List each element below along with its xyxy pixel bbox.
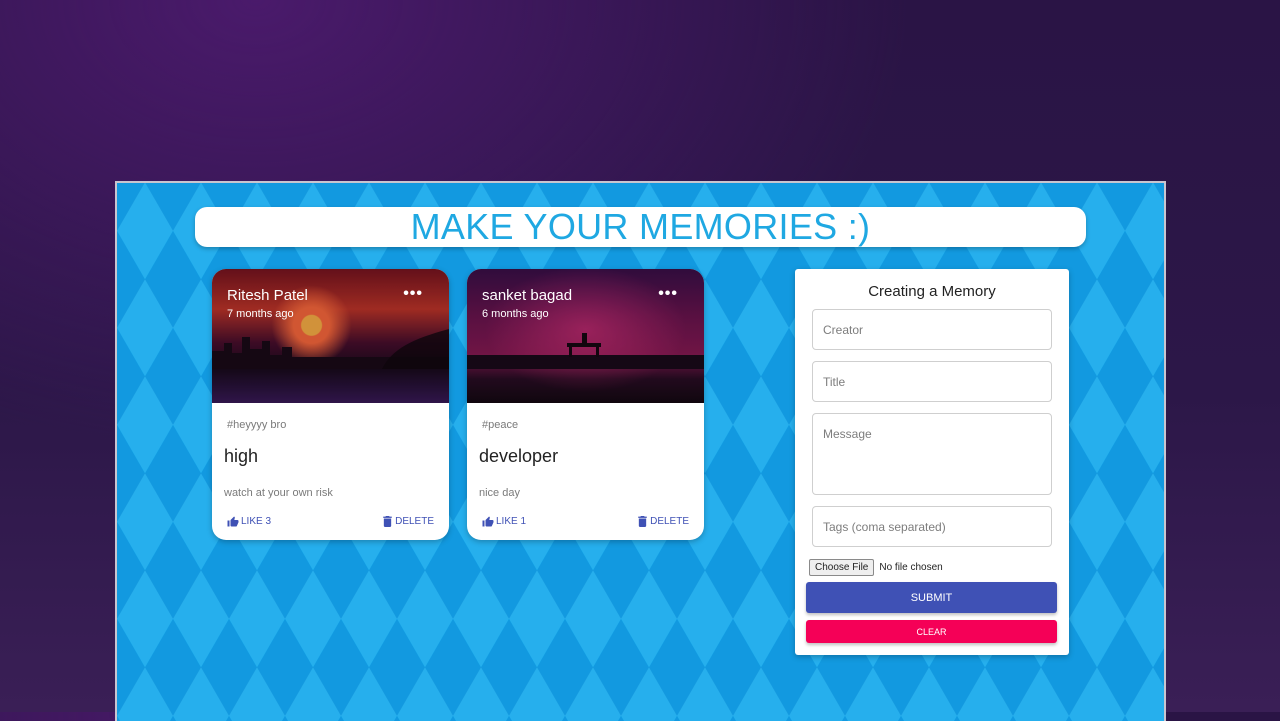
thumb-up-icon xyxy=(227,516,239,527)
like-button[interactable]: LIKE 3 xyxy=(227,516,271,527)
like-label: LIKE 1 xyxy=(496,516,527,527)
delete-label: DELETE xyxy=(395,516,434,527)
title-input[interactable]: Title xyxy=(812,361,1052,402)
post-tags: #peace xyxy=(482,419,519,431)
post-card: sanket bagad 6 months ago ••• #peace dev… xyxy=(467,269,704,540)
create-memory-form: Creating a Memory Creator Title Message … xyxy=(795,269,1069,655)
message-textarea[interactable]: Message xyxy=(812,413,1052,495)
trash-icon xyxy=(638,516,647,527)
file-upload: Choose File No file chosen xyxy=(809,559,943,576)
post-title: high xyxy=(224,446,259,466)
delete-button[interactable]: DELETE xyxy=(638,516,689,527)
page-title: MAKE YOUR MEMORIES :) xyxy=(410,206,871,247)
post-creator: Ritesh Patel xyxy=(227,287,308,304)
post-card: Ritesh Patel 7 months ago ••• #heyyyy br… xyxy=(212,269,449,540)
delete-label: DELETE xyxy=(650,516,689,527)
trash-icon xyxy=(383,516,392,527)
more-horizontal-icon[interactable]: ••• xyxy=(658,286,678,302)
thumb-up-icon xyxy=(482,516,494,527)
more-horizontal-icon[interactable]: ••• xyxy=(403,286,423,302)
like-label: LIKE 3 xyxy=(241,516,272,527)
post-creator: sanket bagad xyxy=(482,287,573,304)
tags-input[interactable]: Tags (coma separated) xyxy=(812,506,1052,547)
form-heading: Creating a Memory xyxy=(868,283,996,300)
submit-button[interactable]: SUBMIT xyxy=(806,582,1057,613)
app-window: MAKE YOUR MEMORIES :) Ritesh Patel 7 mon… xyxy=(115,181,1166,721)
post-message: watch at your own risk xyxy=(224,487,333,499)
choose-file-button[interactable]: Choose File xyxy=(809,559,875,576)
creator-input[interactable]: Creator xyxy=(812,309,1052,350)
app-header: MAKE YOUR MEMORIES :) xyxy=(195,207,1086,247)
post-image: sanket bagad 6 months ago ••• xyxy=(467,269,704,403)
post-title: developer xyxy=(479,446,559,466)
post-timestamp: 6 months ago xyxy=(482,308,549,320)
clear-button[interactable]: CLEAR xyxy=(806,620,1057,643)
post-message: nice day xyxy=(479,487,520,499)
post-timestamp: 7 months ago xyxy=(227,308,294,320)
like-button[interactable]: LIKE 1 xyxy=(482,516,526,527)
post-image: Ritesh Patel 7 months ago ••• xyxy=(212,269,449,403)
file-status: No file chosen xyxy=(879,562,943,573)
delete-button[interactable]: DELETE xyxy=(383,516,434,527)
post-tags: #heyyyy bro xyxy=(227,419,287,431)
